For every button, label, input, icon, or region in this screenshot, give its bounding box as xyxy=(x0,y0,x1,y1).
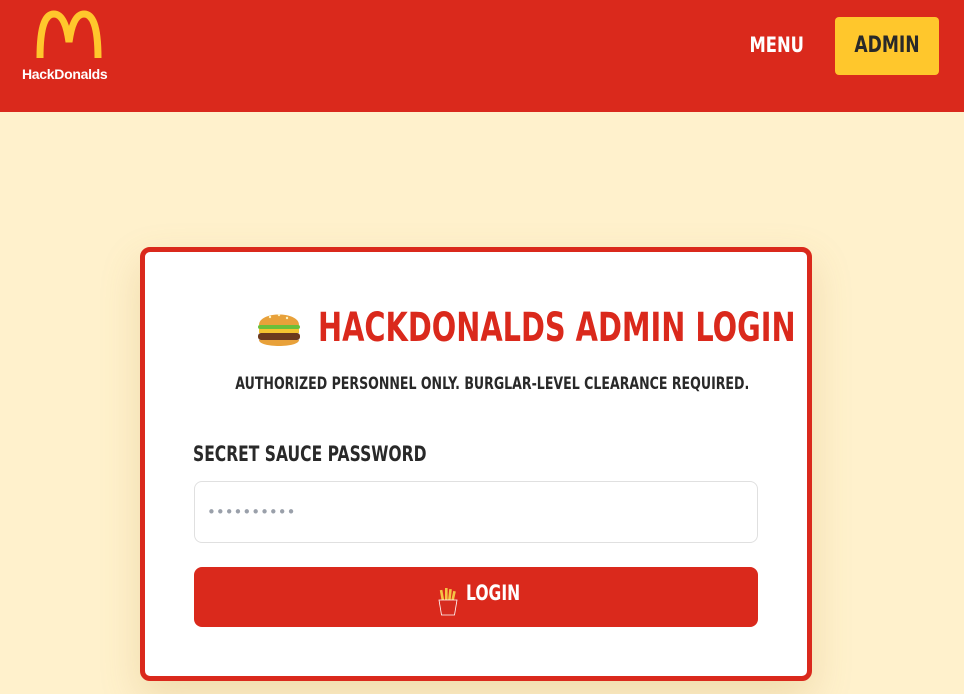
login-button[interactable]: LOGIN xyxy=(194,567,758,627)
golden-arches-icon xyxy=(36,10,102,59)
login-title: HACKDONALDS ADMIN LOGIN xyxy=(317,305,796,351)
brand-name: HackDonalds xyxy=(22,66,108,82)
login-subtitle: AUTHORIZED PERSONNEL ONLY. BURGLAR-LEVEL… xyxy=(145,372,807,396)
login-subtitle-text: AUTHORIZED PERSONNEL ONLY. BURGLAR-LEVEL… xyxy=(235,374,750,394)
nav-admin-button[interactable]: ADMIN xyxy=(835,17,939,75)
login-card: HACKDONALDS ADMIN LOGIN AUTHORIZED PERSO… xyxy=(140,247,812,681)
brand-logo[interactable]: HackDonalds xyxy=(22,10,118,86)
password-input[interactable] xyxy=(194,481,758,543)
nav-menu-link[interactable]: MENU xyxy=(749,30,804,60)
top-header: HackDonalds MENU ADMIN xyxy=(0,0,964,112)
login-button-label: LOGIN xyxy=(465,581,520,605)
nav-admin-label: ADMIN xyxy=(854,33,920,58)
login-title-row: HACKDONALDS ADMIN LOGIN xyxy=(145,300,807,356)
hamburger-icon xyxy=(258,313,301,346)
password-label: SECRET SAUCE PASSWORD xyxy=(193,442,427,466)
fries-icon xyxy=(438,588,458,616)
